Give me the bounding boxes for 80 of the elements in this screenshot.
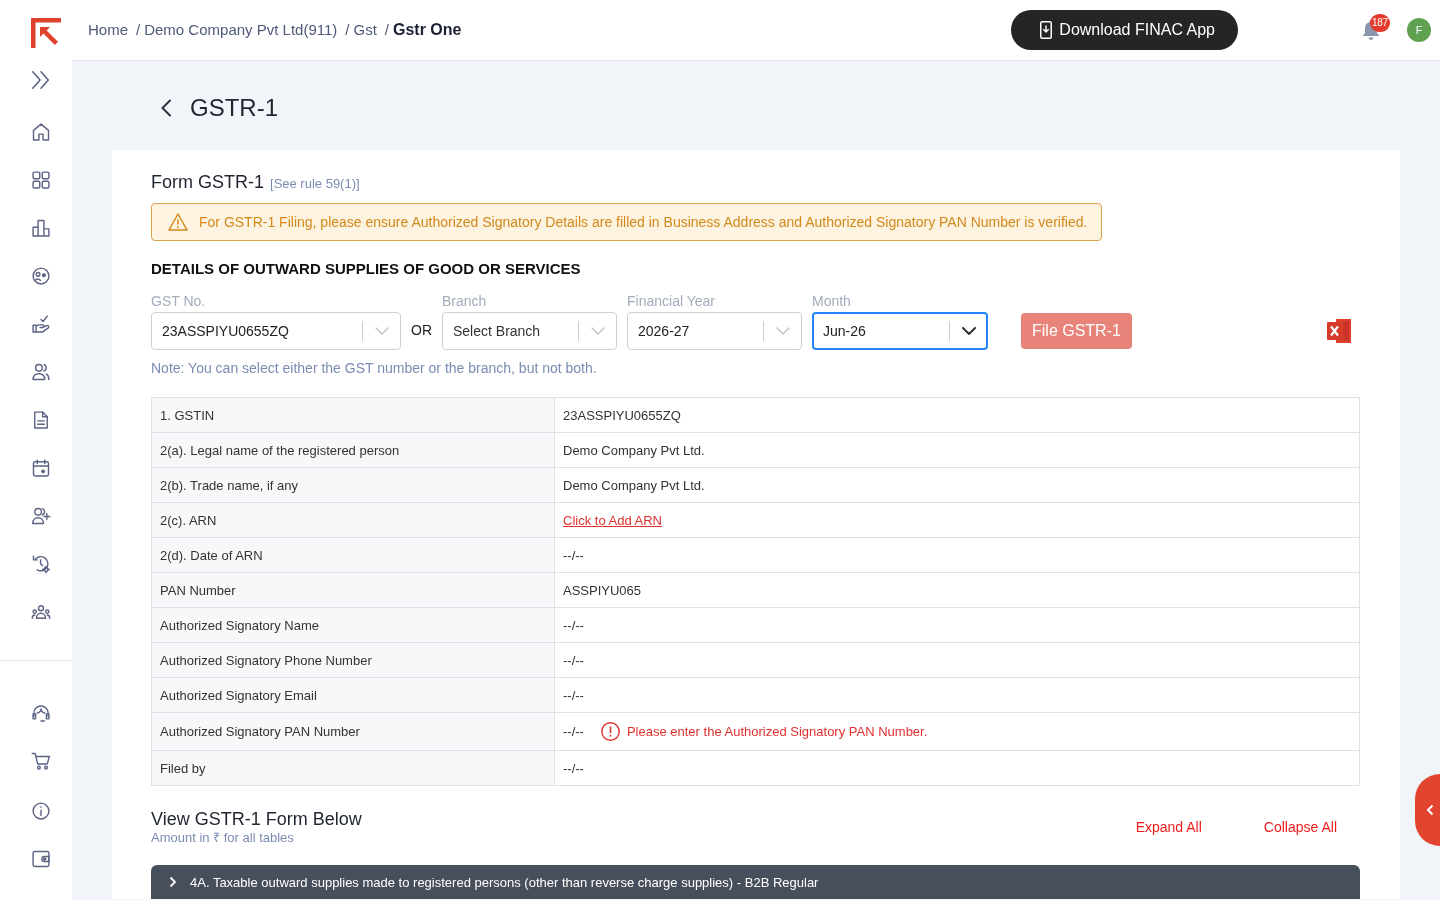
breadcrumb-separator: / <box>384 21 389 38</box>
table-cell: --/-- <box>554 537 1360 573</box>
document-icon[interactable] <box>31 410 51 430</box>
breadcrumb-separator: / <box>345 21 350 38</box>
table-cell: Demo Company Pvt Ltd. <box>554 432 1360 468</box>
table-cell: Authorized Signatory Name <box>151 607 555 643</box>
table-cell: 23ASSPIYU0655ZQ <box>554 397 1360 433</box>
view-title: View GSTR-1 Form Below <box>151 808 362 830</box>
or-label: OR <box>411 322 432 338</box>
error-icon <box>600 722 620 741</box>
back-icon[interactable] <box>160 99 172 117</box>
table-cell: 2(d). Date of ARN <box>151 537 555 573</box>
table-cell: ASSPIYU065 <box>554 572 1360 608</box>
users-icon[interactable] <box>31 362 51 382</box>
rule-reference: [See rule 59(1)] <box>270 175 360 193</box>
warning-icon <box>168 213 188 231</box>
hand-check-icon[interactable] <box>31 314 51 334</box>
chevron-left-icon <box>1425 804 1434 816</box>
alert-message: For GSTR-1 Filing, please ensure Authorized Signatory Details are filled in Business Address and Authorized Signatory PAN Number is verified. <box>199 214 1088 230</box>
breadcrumb-link[interactable]: Home <box>88 21 128 38</box>
page-title: GSTR-1 <box>190 93 278 123</box>
chevron-down-icon <box>962 327 976 335</box>
error-message: Please enter the Authorized Signatory PAN Number. <box>626 724 928 739</box>
field-label: Branch <box>442 293 488 309</box>
face-circle-icon[interactable] <box>31 266 51 286</box>
info-icon[interactable] <box>31 801 51 821</box>
cart-icon[interactable] <box>31 751 51 771</box>
notification-badge: 187 <box>1370 14 1390 32</box>
select-field[interactable]: 2026-27 <box>627 312 802 350</box>
table-cell: 1. GSTIN <box>151 397 555 433</box>
table-cell: 2(a). Legal name of the registered person <box>151 432 555 468</box>
chevron-down-icon <box>776 327 790 335</box>
table-cell: 2(c). ARN <box>151 502 555 538</box>
headset-icon[interactable] <box>31 703 51 723</box>
breadcrumb-separator: / <box>136 21 141 38</box>
breadcrumb-link[interactable]: Demo Company Pvt Ltd(911) <box>144 21 338 38</box>
table-cell: --/-- <box>554 677 1360 713</box>
select-field[interactable]: Select Branch <box>442 312 617 350</box>
chevrons-right-icon[interactable] <box>30 69 52 91</box>
excel-icon[interactable] <box>1327 319 1351 343</box>
chevron-right-icon <box>169 876 177 888</box>
grid-icon[interactable] <box>31 170 51 190</box>
form-title: Form GSTR-1 <box>151 171 264 193</box>
breadcrumb-current: Gstr One <box>393 21 462 39</box>
calendar-icon[interactable] <box>31 458 51 478</box>
wallet-icon[interactable] <box>31 849 51 869</box>
section-header[interactable]: 4A. Taxable outward supplies made to registered persons (other than reverse charge supplies) - B2B Regular <box>151 865 1360 899</box>
field-label: Month <box>812 293 852 309</box>
user-plus-icon[interactable] <box>31 506 51 526</box>
collapse-all-button[interactable]: Collapse All <box>1263 819 1337 835</box>
chevron-down-icon <box>591 327 605 335</box>
logo-icon[interactable] <box>31 18 61 48</box>
phone-download-icon <box>1040 21 1053 39</box>
breadcrumb-link[interactable]: Gst <box>353 21 377 38</box>
cell-value: --/-- <box>563 724 584 739</box>
add-arn-link[interactable]: Click to Add ARN <box>563 512 662 528</box>
table-cell: Authorized Signatory PAN Number <box>151 712 555 751</box>
select-field[interactable]: Jun-26 <box>812 312 988 350</box>
expand-all-button[interactable]: Expand All <box>1135 819 1202 835</box>
table-cell: Filed by <box>151 750 555 786</box>
chevron-down-icon <box>375 327 389 335</box>
team-icon[interactable] <box>31 602 51 622</box>
table-cell: --/-- <box>554 750 1360 786</box>
table-cell: PAN Number <box>151 572 555 608</box>
table-cell: --/-- <box>554 642 1360 678</box>
download-app-button[interactable]: Download FINAC App <box>1011 10 1238 50</box>
clock-gear-icon[interactable] <box>31 554 51 574</box>
note-text: Note: You can select either the GST number or the branch, but not both. <box>151 360 598 376</box>
bar-chart-icon[interactable] <box>31 218 51 238</box>
table-cell: --/-- <box>554 607 1360 643</box>
field-label: GST No. <box>151 293 207 309</box>
select-field[interactable]: 23ASSPIYU0655ZQ <box>151 312 401 350</box>
table-cell: Demo Company Pvt Ltd. <box>554 467 1360 503</box>
home-icon[interactable] <box>31 122 51 142</box>
section-heading: DETAILS OF OUTWARD SUPPLIES OF GOOD OR SERVICES <box>151 260 582 278</box>
table-cell: Authorized Signatory Email <box>151 677 555 713</box>
table-cell: 2(b). Trade name, if any <box>151 467 555 503</box>
field-label: Financial Year <box>627 293 716 309</box>
view-subtitle: Amount in ₹ for all tables <box>151 830 294 846</box>
table-cell: Authorized Signatory Phone Number <box>151 642 555 678</box>
